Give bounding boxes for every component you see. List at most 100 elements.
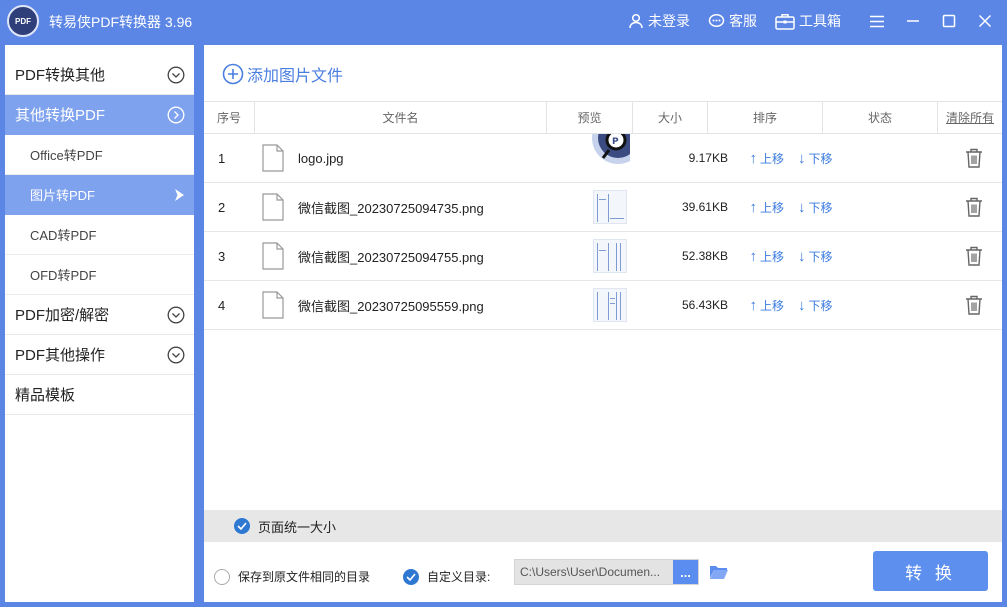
add-image-file-button[interactable]: 添加图片文件 bbox=[222, 62, 343, 86]
svg-text:P: P bbox=[612, 137, 619, 147]
move-up-button[interactable]: ↑ 上移 bbox=[749, 199, 784, 216]
move-down-button[interactable]: ↓ 下移 bbox=[798, 248, 833, 265]
convert-button[interactable]: 转 换 bbox=[873, 551, 988, 591]
arrow-down-icon: ↓ bbox=[798, 296, 806, 314]
screenshot-thumbnail-icon bbox=[593, 288, 627, 322]
table-row: 3 微信截图_20230725094755.png 52.38KB ↑ 上移 ↓ 下… bbox=[204, 232, 1002, 281]
sidebar-item-label: OFD转PDF bbox=[30, 268, 97, 283]
chevron-down-circle-icon bbox=[167, 306, 185, 323]
move-up-button[interactable]: ↑ 上移 bbox=[749, 150, 784, 167]
move-up-label: 上移 bbox=[759, 200, 784, 215]
sidebar-item-cad[interactable]: CAD转PDF bbox=[5, 215, 194, 255]
col-preview: 预览 bbox=[547, 102, 633, 133]
row-size: 39.61KB bbox=[681, 200, 728, 214]
app-logo: PDF bbox=[7, 5, 39, 37]
check-icon bbox=[406, 572, 416, 581]
login-button[interactable]: 未登录 bbox=[628, 11, 690, 31]
trash-icon bbox=[966, 148, 982, 168]
open-folder-button[interactable] bbox=[709, 564, 729, 583]
custom-dir-option[interactable]: 自定义目录: bbox=[403, 568, 490, 585]
options-bar: 页面统一大小 bbox=[204, 510, 1002, 542]
add-circle-icon bbox=[222, 63, 244, 85]
move-up-label: 上移 bbox=[759, 151, 784, 166]
browse-path-button[interactable]: ... bbox=[673, 560, 698, 584]
logo-thumbnail-icon: P bbox=[590, 134, 630, 182]
sidebar-item-image[interactable]: 图片转PDF bbox=[5, 175, 194, 215]
minimize-button[interactable] bbox=[895, 0, 931, 42]
app-title: 转易侠PDF转换器 3.96 bbox=[49, 14, 193, 30]
close-button[interactable] bbox=[967, 0, 1003, 42]
sidebar-cat-label: 精品模板 bbox=[15, 387, 76, 404]
sidebar-cat-templates[interactable]: 精品模板 bbox=[5, 375, 194, 415]
row-size: 56.43KB bbox=[681, 298, 728, 312]
arrow-up-icon: ↑ bbox=[749, 198, 757, 216]
chevron-down-circle-icon bbox=[167, 346, 185, 363]
toolbox-icon bbox=[775, 13, 795, 30]
delete-button[interactable] bbox=[965, 148, 983, 171]
row-preview: P bbox=[574, 134, 646, 182]
table-row: 2 微信截图_20230725094735.png 39.61KB ↑ 上移 ↓ 下… bbox=[204, 183, 1002, 232]
minimize-icon bbox=[907, 20, 919, 22]
main-panel: 添加图片文件 序号 文件名 预览 大小 排序 状态 清除所有 1 logo.jp… bbox=[204, 45, 1002, 602]
sidebar-cat-other-ops[interactable]: PDF其他操作 bbox=[5, 335, 194, 375]
uniform-size-checkbox[interactable] bbox=[234, 518, 250, 534]
save-same-dir-radio[interactable] bbox=[214, 568, 230, 585]
file-icon bbox=[261, 242, 284, 270]
sidebar-cat-label: PDF转换其他 bbox=[15, 67, 106, 84]
move-up-button[interactable]: ↑ 上移 bbox=[749, 248, 784, 265]
delete-button[interactable] bbox=[965, 295, 983, 318]
save-same-dir-option[interactable]: 保存到原文件相同的目录 bbox=[214, 568, 370, 585]
delete-button[interactable] bbox=[965, 246, 983, 269]
arrow-up-icon: ↑ bbox=[749, 247, 757, 265]
row-preview bbox=[574, 183, 646, 231]
file-icon bbox=[261, 291, 284, 319]
trash-icon bbox=[966, 295, 982, 315]
app-logo-text: PDF bbox=[15, 16, 31, 26]
clear-all-button[interactable]: 清除所有 bbox=[938, 102, 1002, 133]
chevron-right-circle-icon bbox=[167, 106, 185, 123]
add-image-file-label: 添加图片文件 bbox=[247, 68, 344, 85]
screenshot-thumbnail-icon bbox=[593, 190, 627, 224]
sidebar-cat-pdf-to-other[interactable]: PDF转换其他 bbox=[5, 55, 194, 95]
col-index: 序号 bbox=[204, 102, 255, 133]
delete-button[interactable] bbox=[965, 197, 983, 220]
screenshot-thumbnail-icon bbox=[593, 239, 627, 273]
user-icon bbox=[629, 13, 643, 29]
service-button[interactable]: 客服 bbox=[708, 11, 757, 31]
row-index: 2 bbox=[218, 199, 226, 215]
footer: 保存到原文件相同的目录 自定义目录: C:\Users\User\Documen… bbox=[204, 550, 1002, 602]
file-icon bbox=[261, 193, 284, 221]
move-down-label: 下移 bbox=[808, 298, 833, 313]
sidebar-item-office[interactable]: Office转PDF bbox=[5, 135, 194, 175]
sidebar-cat-label: PDF加密/解密 bbox=[15, 307, 110, 324]
move-down-button[interactable]: ↓ 下移 bbox=[798, 297, 833, 314]
col-size: 大小 bbox=[633, 102, 708, 133]
row-index: 1 bbox=[218, 150, 226, 166]
chevron-down-circle-icon bbox=[167, 66, 185, 83]
sidebar-cat-other-to-pdf[interactable]: 其他转换PDF bbox=[5, 95, 194, 135]
toolbox-button[interactable]: 工具箱 bbox=[775, 11, 841, 31]
move-up-button[interactable]: ↑ 上移 bbox=[749, 297, 784, 314]
maximize-button[interactable] bbox=[931, 0, 967, 42]
row-size: 52.38KB bbox=[681, 249, 728, 263]
custom-dir-radio[interactable] bbox=[403, 568, 419, 585]
uniform-size-label: 页面统一大小 bbox=[258, 519, 337, 535]
table-row: 1 logo.jpg P 9.17KB ↑ 上移 ↓ 下移 bbox=[204, 134, 1002, 183]
sidebar-cat-encrypt[interactable]: PDF加密/解密 bbox=[5, 295, 194, 335]
sidebar-item-label: 图片转PDF bbox=[30, 188, 96, 203]
file-list: 1 logo.jpg P 9.17KB ↑ 上移 ↓ 下移 2 微信截图_20230… bbox=[204, 134, 1002, 330]
output-path-field[interactable]: C:\Users\User\Documen... ... bbox=[514, 559, 699, 585]
arrow-down-icon: ↓ bbox=[798, 149, 806, 167]
output-path-text: C:\Users\User\Documen... bbox=[520, 565, 661, 579]
menu-button[interactable] bbox=[859, 0, 895, 42]
sidebar-item-ofd[interactable]: OFD转PDF bbox=[5, 255, 194, 295]
move-down-button[interactable]: ↓ 下移 bbox=[798, 150, 833, 167]
row-index: 3 bbox=[218, 248, 226, 264]
move-down-button[interactable]: ↓ 下移 bbox=[798, 199, 833, 216]
move-up-label: 上移 bbox=[759, 298, 784, 313]
row-size: 9.17KB bbox=[688, 151, 728, 165]
arrow-down-icon: ↓ bbox=[798, 198, 806, 216]
login-label: 未登录 bbox=[648, 13, 690, 29]
trash-icon bbox=[966, 246, 982, 266]
arrow-down-icon: ↓ bbox=[798, 247, 806, 265]
